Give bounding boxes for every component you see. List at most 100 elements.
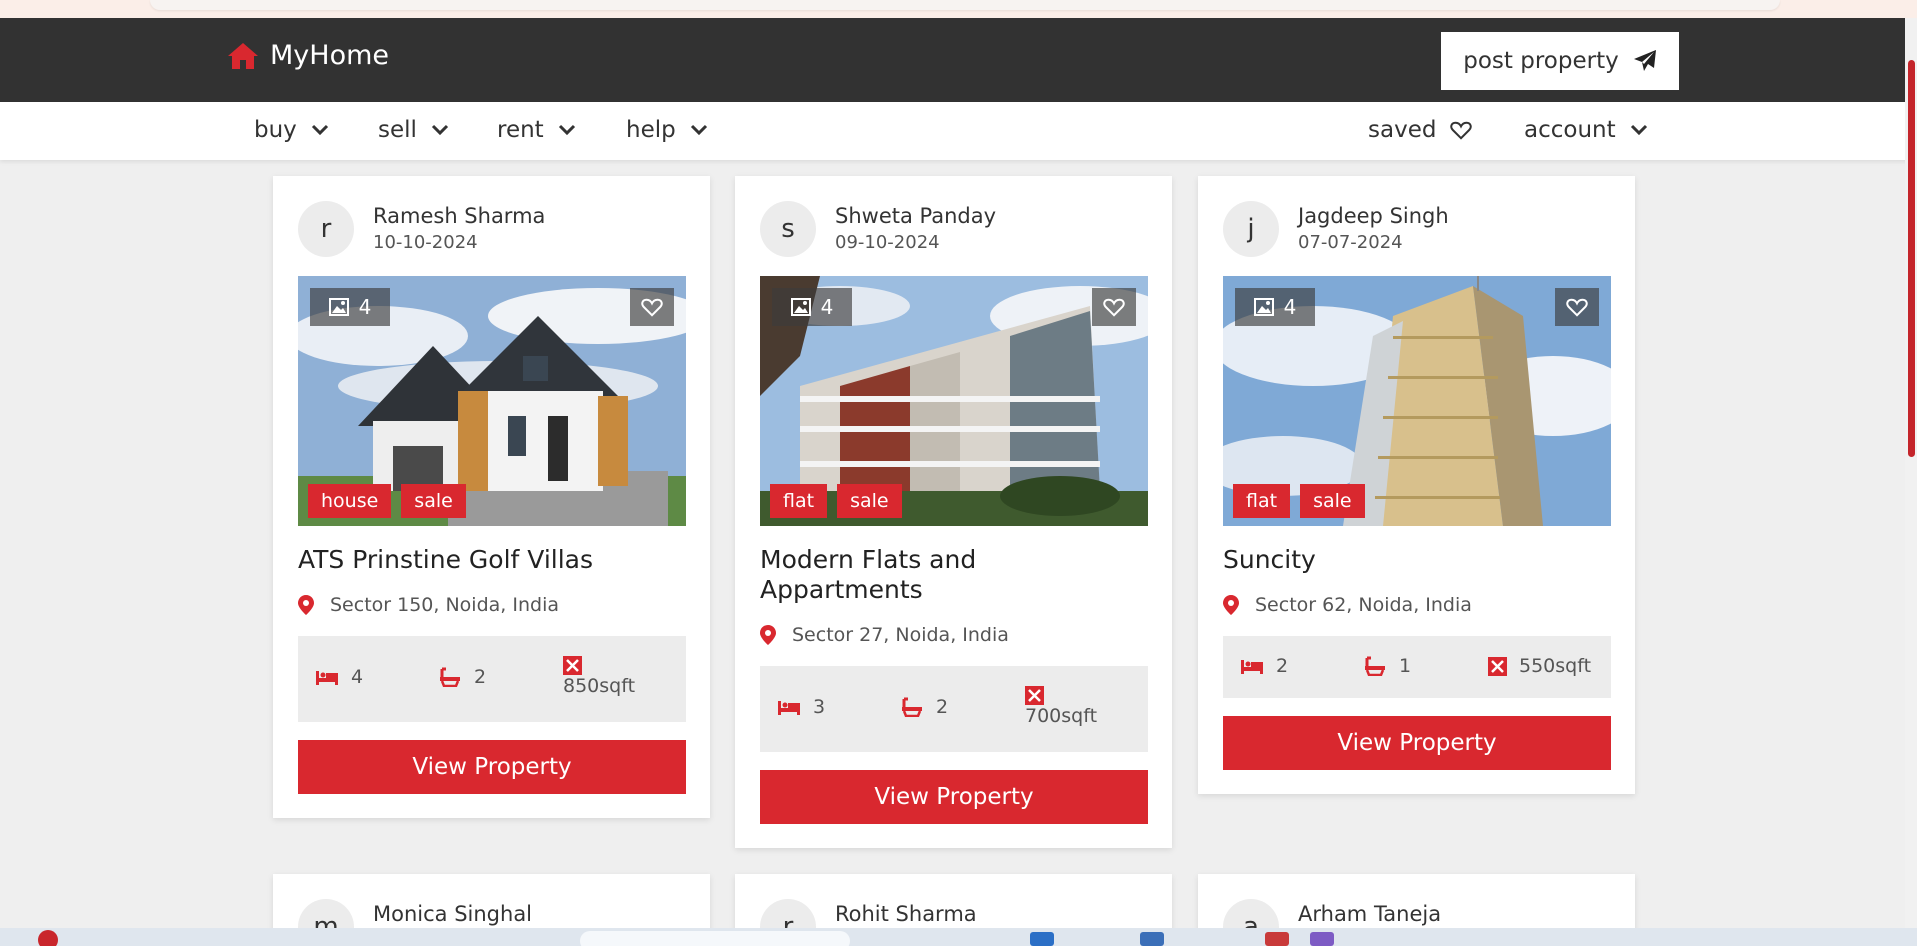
view-property-button[interactable]: View Property	[760, 770, 1148, 824]
heart-icon	[1566, 298, 1588, 317]
nav-buy[interactable]: buy	[254, 117, 329, 143]
expand-icon	[563, 656, 582, 675]
map-pin-icon	[760, 625, 776, 645]
post-property-button[interactable]: post property	[1441, 32, 1679, 90]
property-photo[interactable]: 4 flat sale	[760, 276, 1148, 526]
bedroom-stat: 4	[315, 666, 363, 688]
address-bar[interactable]	[150, 0, 1780, 10]
nav-rent[interactable]: rent	[497, 117, 576, 143]
brand-logo[interactable]: MyHome	[226, 40, 389, 71]
bath-icon	[1365, 656, 1385, 676]
chevron-down-icon	[1630, 124, 1647, 136]
nav-help[interactable]: help	[626, 117, 708, 143]
taskbar-app-icon[interactable]	[1265, 932, 1289, 946]
property-photo[interactable]: 4 house sale	[298, 276, 686, 526]
location-text: Sector 62, Noida, India	[1255, 594, 1472, 616]
image-count-badge[interactable]: 4	[1235, 288, 1315, 326]
agent-name[interactable]: Rohit Sharma	[835, 902, 977, 926]
area-value: 850sqft	[563, 675, 636, 697]
image-count: 4	[358, 295, 372, 319]
image-icon	[790, 298, 811, 316]
nav-help-label: help	[626, 117, 676, 143]
bed-icon	[778, 701, 800, 715]
nav-sell-label: sell	[378, 117, 417, 143]
expand-icon	[1488, 656, 1507, 676]
bathroom-count: 2	[936, 696, 949, 718]
paper-plane-icon	[1633, 50, 1656, 71]
bed-icon	[1241, 660, 1263, 674]
post-property-label: post property	[1463, 48, 1619, 74]
chevron-down-icon	[690, 124, 707, 136]
agent-name[interactable]: Shweta Panday	[835, 204, 996, 228]
status-tag: sale	[1300, 484, 1365, 518]
nav-account-label: account	[1524, 117, 1616, 143]
property-card: a Arham Taneja	[1198, 874, 1635, 934]
scrollbar-thumb[interactable]	[1908, 60, 1915, 457]
chevron-down-icon	[558, 124, 575, 136]
bedroom-count: 4	[351, 666, 364, 688]
property-card: j Jagdeep Singh 07-07-2024 4 flat sale S…	[1198, 176, 1635, 794]
bedroom-stat: 2	[1240, 655, 1288, 677]
brand-name: MyHome	[270, 40, 390, 71]
bath-icon	[902, 697, 922, 717]
bathroom-count: 2	[474, 666, 487, 688]
taskbar-app-icon[interactable]	[1310, 932, 1334, 946]
property-title-line-1: Modern Flats and	[760, 545, 977, 574]
property-card: r Rohit Sharma	[735, 874, 1172, 934]
area-stat: 700sqft	[1025, 686, 1097, 727]
property-title[interactable]: Suncity	[1223, 545, 1316, 575]
chevron-down-icon	[431, 124, 448, 136]
area-value: 550sqft	[1519, 655, 1592, 677]
image-icon	[1253, 298, 1274, 316]
app-icon[interactable]	[38, 930, 58, 946]
os-taskbar	[0, 928, 1917, 946]
property-card: r Ramesh Sharma 10-10-2024 4 house sale …	[273, 176, 710, 818]
image-count-badge[interactable]: 4	[310, 288, 390, 326]
avatar: r	[298, 201, 354, 257]
nav-saved[interactable]: saved	[1368, 117, 1473, 143]
property-title[interactable]: ATS Prinstine Golf Villas	[298, 545, 593, 575]
chevron-down-icon	[311, 124, 328, 136]
view-property-button[interactable]: View Property	[1223, 716, 1611, 770]
agent-name[interactable]: Ramesh Sharma	[373, 204, 545, 228]
avatar: j	[1223, 201, 1279, 257]
post-date: 09-10-2024	[835, 232, 940, 253]
type-tag: house	[308, 484, 392, 518]
main-nav: buy sell rent help saved account	[0, 102, 1917, 160]
favorite-button[interactable]	[1555, 288, 1599, 326]
favorite-button[interactable]	[1092, 288, 1136, 326]
area-stat: 550sqft	[1488, 655, 1591, 677]
view-property-button[interactable]: View Property	[298, 740, 686, 794]
taskbar-search[interactable]	[580, 931, 850, 946]
favorite-button[interactable]	[630, 288, 674, 326]
property-photo[interactable]: 4 flat sale	[1223, 276, 1611, 526]
property-title[interactable]: Modern Flats and Appartments	[760, 545, 976, 605]
map-pin-icon	[1223, 595, 1239, 615]
nav-sell[interactable]: sell	[378, 117, 449, 143]
location-text: Sector 27, Noida, India	[792, 624, 1009, 646]
nav-account[interactable]: account	[1524, 117, 1648, 143]
agent-name[interactable]: Jagdeep Singh	[1298, 204, 1449, 228]
map-pin-icon	[298, 595, 314, 615]
taskbar-app-icon[interactable]	[1140, 932, 1164, 946]
post-date: 10-10-2024	[373, 232, 478, 253]
property-location: Sector 150, Noida, India	[298, 594, 559, 616]
agent-name[interactable]: Monica Singhal	[373, 902, 532, 926]
post-date: 07-07-2024	[1298, 232, 1403, 253]
image-count: 4	[1283, 295, 1297, 319]
property-card: s Shweta Panday 09-10-2024 4 flat sale M…	[735, 176, 1172, 848]
avatar: s	[760, 201, 816, 257]
image-icon	[328, 298, 349, 316]
heart-icon	[641, 298, 663, 317]
agent-name[interactable]: Arham Taneja	[1298, 902, 1441, 926]
bed-icon	[316, 671, 338, 685]
type-tag: flat	[770, 484, 828, 518]
property-location: Sector 27, Noida, India	[760, 624, 1009, 646]
image-count-badge[interactable]: 4	[772, 288, 852, 326]
location-text: Sector 150, Noida, India	[330, 594, 559, 616]
taskbar-app-icon[interactable]	[1030, 932, 1054, 946]
property-location: Sector 62, Noida, India	[1223, 594, 1472, 616]
nav-buy-label: buy	[254, 117, 297, 143]
property-stats: 4 2 850sqft	[298, 636, 686, 722]
heart-icon	[1103, 298, 1125, 317]
